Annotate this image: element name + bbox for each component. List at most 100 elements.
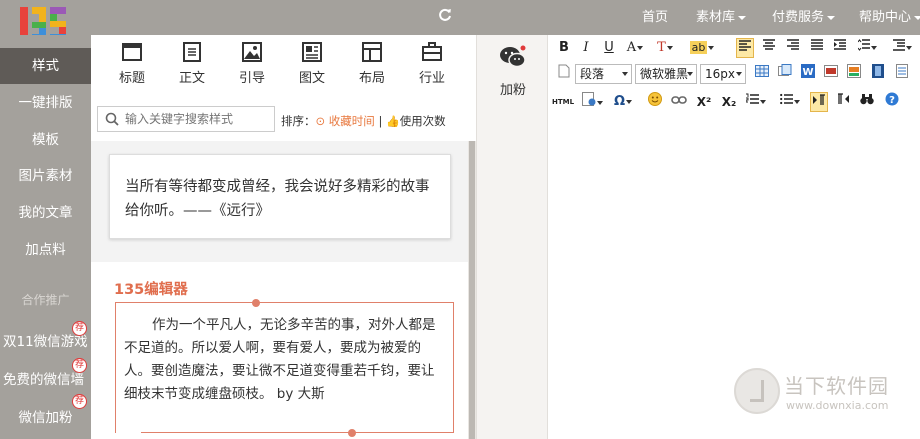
chevron-down-icon	[637, 45, 644, 50]
align-left-button[interactable]	[736, 38, 754, 58]
chevron-down-icon	[736, 72, 742, 76]
bullet-list-button[interactable]	[776, 92, 804, 112]
special-chars-button[interactable]: Ω	[610, 92, 636, 112]
subscript-button[interactable]: X₂	[720, 92, 738, 112]
category-guide[interactable]: 引导	[224, 41, 280, 86]
style-card-quote[interactable]: 当所有等待都变成曾经，我会说好多精彩的故事给你听。——《远行》	[109, 154, 451, 239]
sidebar-item-extras[interactable]: 加点料	[0, 232, 91, 268]
superscript-button[interactable]: X²	[695, 92, 713, 112]
chevron-down-icon	[870, 45, 877, 50]
import-word-button[interactable]: W	[799, 64, 817, 84]
chevron-down-icon	[905, 45, 912, 50]
italic-button[interactable]: I	[577, 38, 595, 58]
omega-icon: Ω	[613, 94, 626, 109]
line-height-button[interactable]	[854, 38, 880, 58]
sidebar: 样式 一键排版 模板 图片素材 我的文章 加点料 合作推广 双11微信游戏 荐 …	[0, 35, 91, 439]
paragraph-spacing-button[interactable]	[889, 38, 915, 58]
add-fans-button[interactable]: 加粉	[477, 45, 549, 98]
find-replace-button[interactable]	[858, 92, 876, 112]
thumbs-up-icon: 👍	[385, 115, 400, 128]
font-size-select[interactable]: 16px	[700, 64, 746, 84]
promo-label: 双11微信游戏	[3, 334, 88, 350]
help-button[interactable]: ?	[883, 92, 901, 112]
search-input[interactable]	[125, 110, 270, 128]
chevron-down-icon	[827, 15, 836, 20]
sort-favorite-time[interactable]: ⊙ 收藏时间	[316, 114, 375, 128]
sidebar-item-one-click-layout[interactable]: 一键排版	[0, 85, 91, 121]
font-family-select[interactable]: 微软雅黑	[635, 64, 697, 84]
insert-template-button[interactable]	[893, 64, 911, 84]
image-text-icon	[302, 42, 322, 62]
wechat-icon	[500, 45, 526, 68]
side-tools-column: 加粉	[476, 35, 548, 439]
html-source-button[interactable]: HTML	[551, 92, 575, 112]
image-gallery-button[interactable]	[845, 64, 863, 84]
category-image-text[interactable]: 图文	[284, 41, 340, 86]
nav-home[interactable]: 首页	[642, 0, 668, 35]
sidebar-item-my-articles[interactable]: 我的文章	[0, 195, 91, 231]
scrollbar-thumb[interactable]	[469, 141, 475, 439]
nav-help-label: 帮助中心	[859, 10, 912, 25]
svg-text:W: W	[802, 67, 813, 78]
insert-frame-button[interactable]	[579, 92, 605, 112]
justify-button[interactable]	[808, 38, 826, 58]
nav-help-center[interactable]: 帮助中心	[859, 0, 920, 35]
nav-paid-label: 付费服务	[772, 10, 825, 25]
category-layout[interactable]: 布局	[344, 41, 400, 86]
title-layout-icon	[122, 43, 142, 61]
ltr-direction-button[interactable]	[810, 92, 828, 112]
category-label: 引导	[238, 71, 265, 86]
add-fans-label: 加粉	[499, 83, 526, 98]
rtl-icon	[838, 93, 849, 104]
indent-icon	[834, 39, 846, 50]
recommend-badge: 荐	[72, 358, 87, 373]
insert-image-button[interactable]	[776, 64, 794, 84]
chevron-down-icon	[596, 100, 603, 105]
insert-video-button[interactable]	[869, 64, 887, 84]
link-button[interactable]	[670, 92, 688, 112]
align-center-button[interactable]	[760, 38, 778, 58]
underline-button[interactable]: U	[600, 38, 618, 58]
indent-button[interactable]	[831, 38, 849, 58]
bold-button[interactable]: B	[555, 38, 573, 58]
nav-paid-service[interactable]: 付费服务	[772, 0, 836, 35]
sort-label: 排序：	[281, 114, 316, 128]
new-doc-button[interactable]	[555, 64, 573, 84]
justify-icon	[811, 39, 823, 50]
insert-table-button[interactable]	[753, 64, 771, 84]
watermark-url: www.downxia.com	[786, 399, 889, 412]
template-icon	[896, 64, 908, 78]
sidebar-item-templates[interactable]: 模板	[0, 122, 91, 158]
align-right-button[interactable]	[784, 38, 802, 58]
insert-media-button[interactable]	[822, 64, 840, 84]
frame-icon	[581, 92, 595, 106]
sort-usage-count[interactable]: 👍使用次数	[386, 114, 446, 128]
font-color-button[interactable]: A	[621, 38, 649, 58]
category-industry[interactable]: 行业	[404, 41, 460, 86]
paragraph-select[interactable]: 段落	[575, 64, 632, 84]
sidebar-item-images[interactable]: 图片素材	[0, 158, 91, 194]
category-body[interactable]: 正文	[164, 41, 220, 86]
sort-separator: |	[378, 114, 383, 128]
nav-materials[interactable]: 素材库	[696, 0, 747, 35]
ordered-list-button[interactable]	[742, 92, 770, 112]
gallery-icon	[847, 64, 861, 78]
refresh-icon[interactable]	[437, 8, 453, 24]
bg-color-button[interactable]: T	[651, 38, 679, 58]
numbered-list-icon	[745, 93, 759, 104]
style-card-135[interactable]: 135编辑器 作为一个平凡人，无论多辛苦的事，对外人都是不足道的。所以爱人啊，要…	[91, 262, 468, 439]
highlight-button[interactable]: ab	[682, 38, 722, 58]
recommend-badge: 荐	[72, 321, 87, 336]
frame-dot	[348, 429, 356, 437]
rtl-direction-button[interactable]	[834, 92, 852, 112]
style-search-box[interactable]	[97, 106, 275, 132]
style-card-body: 作为一个平凡人，无论多辛苦的事，对外人都是不足道的。所以爱人啊，要有爱人，要成为…	[124, 317, 436, 402]
style-list: 当所有等待都变成曾经，我会说好多精彩的故事给你听。——《远行》 135编辑器 作…	[91, 141, 468, 439]
watermark-logo-icon	[734, 368, 780, 414]
emoji-button[interactable]	[646, 92, 664, 112]
layout-icon	[362, 42, 382, 62]
sidebar-item-styles[interactable]: 样式	[0, 48, 91, 84]
chevron-down-icon	[914, 15, 920, 20]
chevron-down-icon	[687, 72, 693, 76]
category-title[interactable]: 标题	[104, 41, 160, 86]
